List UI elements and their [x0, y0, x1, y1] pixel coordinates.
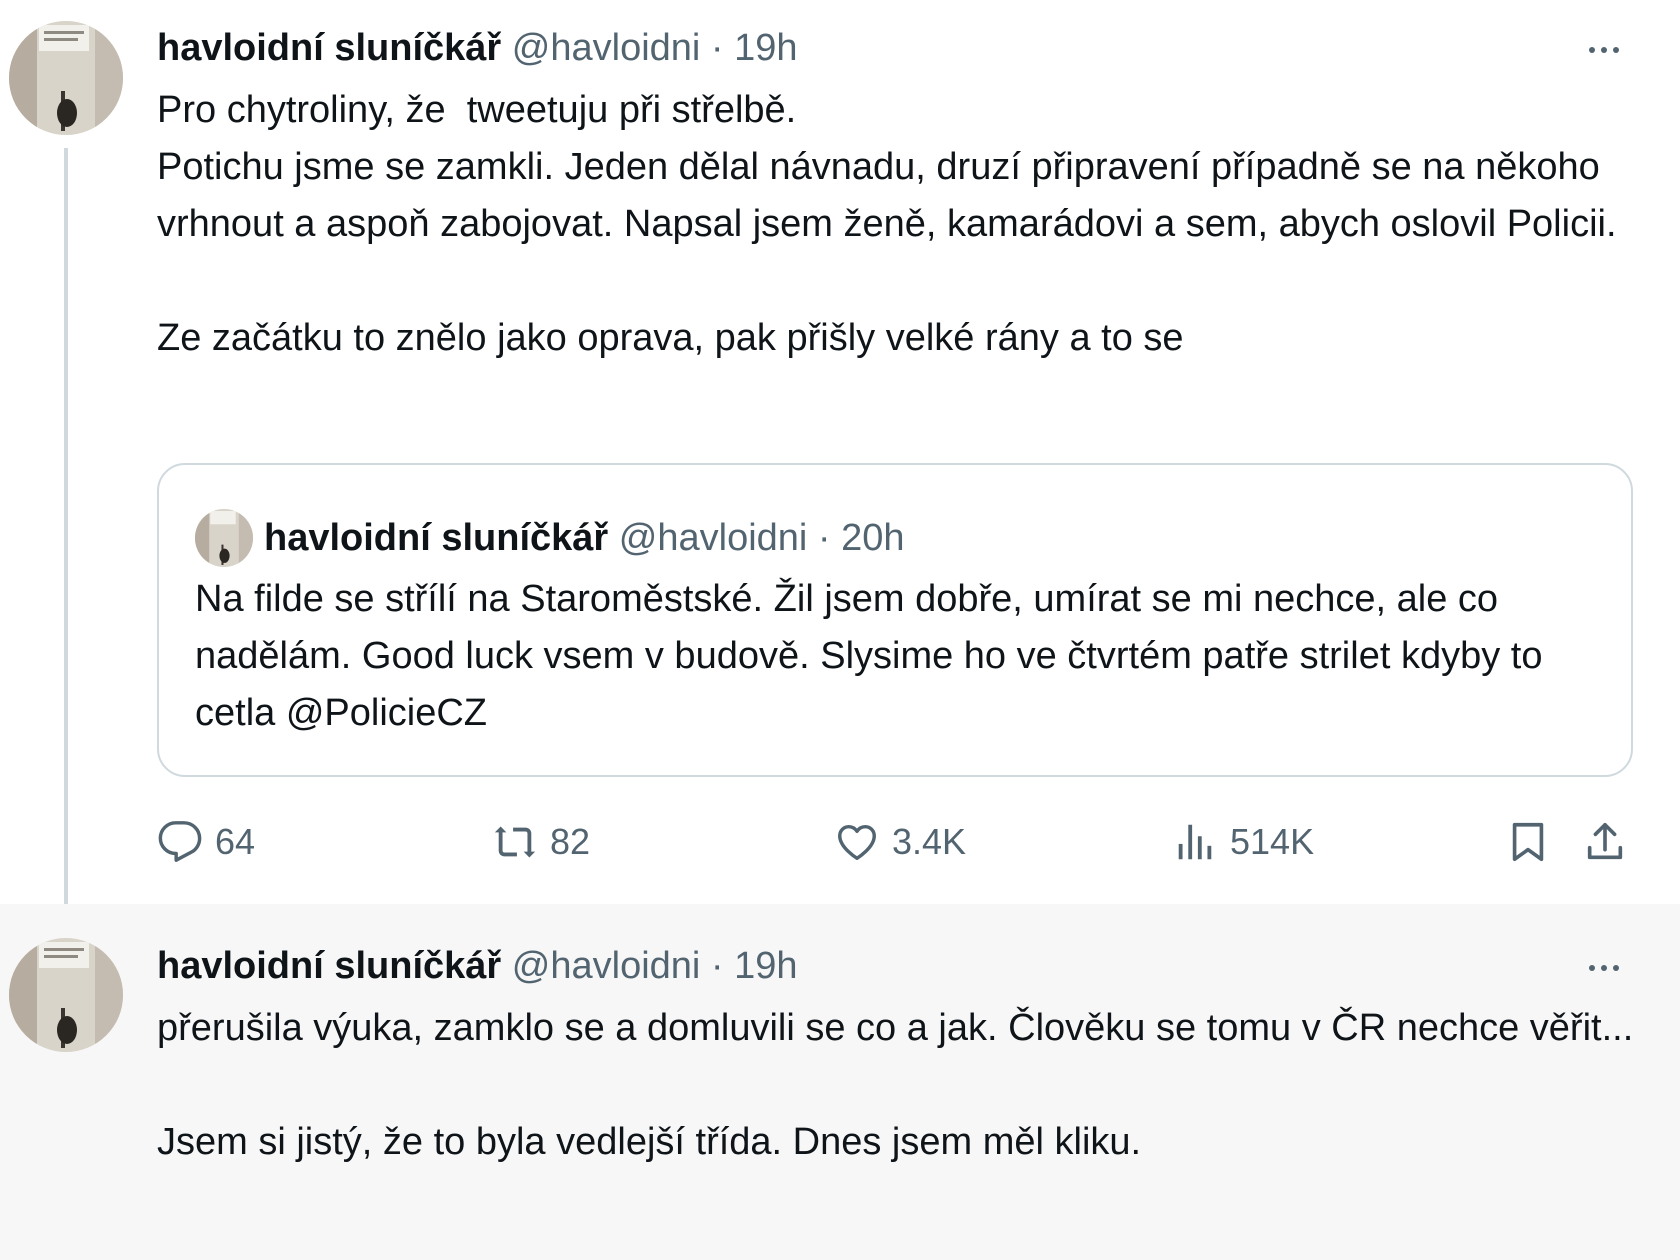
heart-icon	[838, 824, 876, 861]
bookmark-icon	[1512, 822, 1544, 862]
quoted-tweet[interactable]: havloidní sluníčkář @havloidni · 20h Na …	[157, 463, 1633, 777]
author-avatar[interactable]	[9, 21, 123, 135]
more-icon[interactable]	[1576, 948, 1632, 988]
reply-count: 64	[215, 821, 256, 862]
tweet-header: havloidní sluníčkář @havloidni · 19h	[157, 943, 798, 989]
retweet-button[interactable]: 82	[492, 812, 590, 872]
thread-line	[64, 148, 68, 926]
reply-icon	[158, 821, 202, 862]
reply-tweet[interactable]: havloidní sluníčkář @havloidni · 19h pře…	[0, 904, 1680, 1260]
tweet-time[interactable]: · 19h	[711, 27, 798, 69]
author-name[interactable]: havloidní sluníčkář	[157, 27, 501, 69]
author-handle[interactable]: @havloidni	[512, 945, 701, 987]
quoted-tweet-text: Na filde se střílí na Staroměstské. Žil …	[195, 578, 1554, 734]
like-count: 3.4K	[892, 821, 967, 862]
tweet-time[interactable]: · 19h	[711, 945, 798, 987]
tweet-header: havloidní sluníčkář @havloidni · 19h	[157, 25, 798, 71]
tweet-text: přerušila výuka, zamklo se a domluvili s…	[157, 1007, 1634, 1163]
quoted-author-name: havloidní sluníčkář	[264, 517, 609, 559]
quoted-tweet-time: · 20h	[817, 517, 905, 559]
quoted-tweet-header: havloidní sluníčkář @havloidni · 20h	[264, 515, 905, 561]
views-button[interactable]: 514K	[1172, 812, 1314, 872]
share-icon	[1587, 822, 1623, 860]
author-avatar[interactable]	[9, 938, 123, 1052]
author-handle[interactable]: @havloidni	[512, 27, 701, 69]
author-name[interactable]: havloidní sluníčkář	[157, 945, 501, 987]
quoted-author-avatar	[195, 509, 253, 567]
tweet-text: Pro chytroliny, že tweetuju při střelbě.…	[157, 89, 1617, 359]
like-button[interactable]: 3.4K	[834, 812, 966, 872]
main-tweet[interactable]: havloidní sluníčkář @havloidni · 19h Pro…	[0, 0, 1680, 926]
retweet-count: 82	[550, 821, 591, 862]
share-button[interactable]	[1582, 812, 1628, 872]
more-icon[interactable]	[1576, 30, 1632, 70]
reply-button[interactable]: 64	[157, 812, 255, 872]
views-count: 514K	[1230, 821, 1315, 862]
tweet-actions: 64 82 3.4K 514K	[157, 812, 1637, 872]
bookmark-button[interactable]	[1505, 812, 1551, 872]
retweet-icon	[494, 826, 536, 858]
views-icon	[1178, 824, 1212, 860]
quoted-author-handle: @havloidni	[618, 517, 808, 559]
